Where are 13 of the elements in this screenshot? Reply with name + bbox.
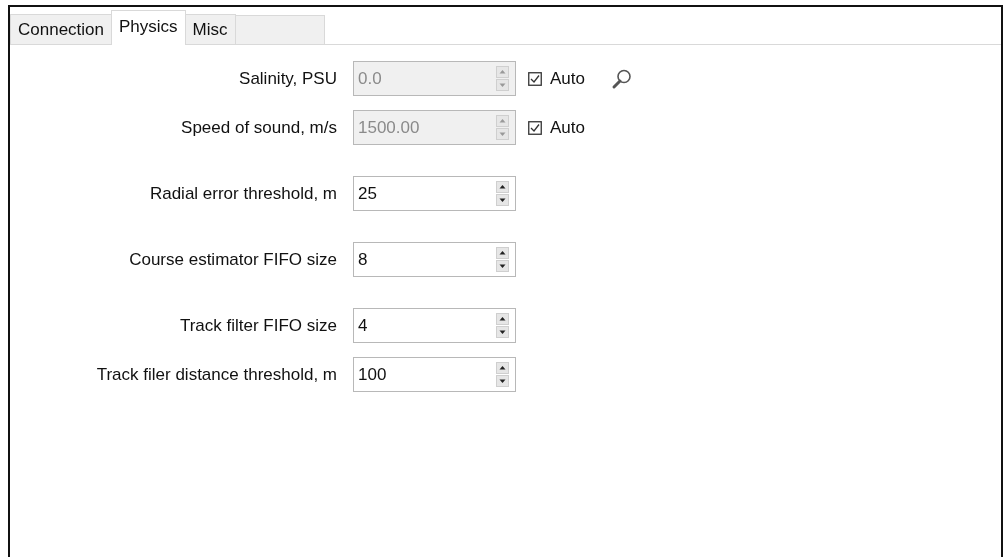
tab[interactable]: Misc <box>184 14 236 44</box>
spin-box[interactable]: 100 <box>353 357 516 392</box>
field-label: Speed of sound, m/s <box>180 117 338 138</box>
field-label: Track filer distance threshold, m <box>95 364 338 385</box>
field-label: Radial error threshold, m <box>148 183 338 204</box>
spin-box[interactable]: 25 <box>353 176 516 211</box>
tab[interactable]: Physics <box>111 10 186 45</box>
tab[interactable]: Connection <box>10 14 112 44</box>
spin-box[interactable]: 4 <box>353 308 516 343</box>
spin-box[interactable]: 8 <box>353 242 516 277</box>
field-label: Track filter FIFO size <box>178 315 338 336</box>
field-label: Course estimator FIFO size <box>128 249 338 270</box>
field-label: Salinity, PSU <box>238 68 338 89</box>
